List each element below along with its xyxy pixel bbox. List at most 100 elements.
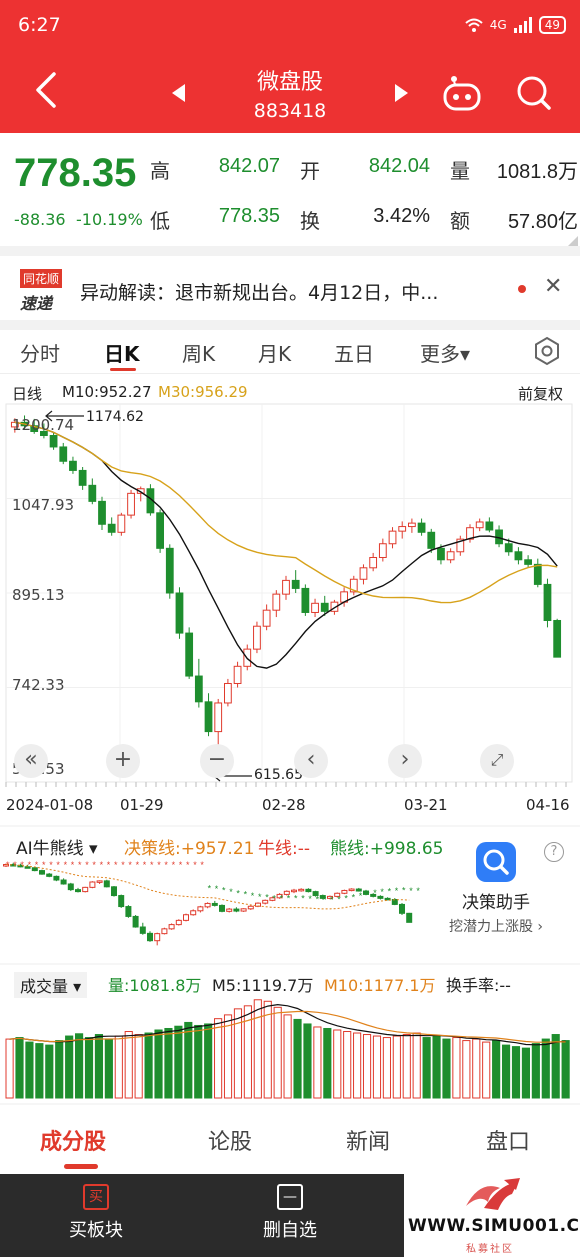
bull-marker: * bbox=[56, 860, 60, 870]
tab-discussion[interactable]: 论股 bbox=[208, 1124, 252, 1156]
volume-bar bbox=[452, 1037, 461, 1099]
bear-marker: * bbox=[366, 889, 370, 899]
candle-body bbox=[282, 579, 290, 595]
scroll-left-icon[interactable]: ‹ bbox=[294, 744, 328, 778]
candle-body bbox=[427, 531, 436, 549]
candle-body bbox=[185, 632, 194, 677]
watermark-logo: WWW.SIMU001.CN 私募社区 bbox=[404, 1174, 580, 1257]
ai-candle-body bbox=[190, 910, 197, 916]
x-date-label: 02-28 bbox=[262, 796, 306, 814]
decision-line-value: 决策线:+957.21 bbox=[124, 839, 255, 859]
volume-bar bbox=[134, 1034, 143, 1099]
tab-order-book[interactable]: 盘口 bbox=[486, 1124, 530, 1156]
volume-bar bbox=[75, 1033, 84, 1099]
bear-marker: * bbox=[409, 886, 413, 896]
ai-candle-body bbox=[132, 915, 139, 928]
volume-bar bbox=[253, 999, 262, 1099]
candle-body bbox=[291, 579, 300, 589]
tab-news[interactable]: 新闻 bbox=[346, 1124, 390, 1156]
candle-body bbox=[98, 500, 106, 525]
bull-marker: * bbox=[172, 860, 176, 870]
x-date-label: 01-29 bbox=[120, 796, 164, 814]
assistant-search-icon bbox=[476, 842, 516, 882]
bottom-section-tabs: 成分股 论股 新闻 盘口 bbox=[0, 1108, 580, 1174]
bear-marker: * bbox=[337, 894, 341, 904]
ai-candle-body bbox=[125, 906, 132, 917]
assistant-title: 决策助手 bbox=[462, 893, 530, 913]
volume-bar bbox=[392, 1035, 401, 1099]
watermark-subtitle: 私募社区 bbox=[466, 1244, 514, 1255]
zoom-out-icon[interactable]: − bbox=[200, 744, 234, 778]
bear-marker: * bbox=[359, 891, 363, 901]
ai-candle-body bbox=[384, 897, 391, 901]
candle-body bbox=[59, 446, 68, 462]
ai-candle-body bbox=[46, 873, 53, 877]
candle-body bbox=[398, 526, 407, 532]
volume-bar bbox=[84, 1037, 94, 1099]
ai-candle-body bbox=[226, 908, 233, 912]
candle-body bbox=[485, 521, 494, 531]
bear-marker: * bbox=[287, 894, 291, 904]
bull-marker: * bbox=[100, 860, 104, 870]
y-tick-label: 742.33 bbox=[12, 676, 65, 694]
candlestick-chart[interactable]: * * * * * * * * * * * * * * * * * * * * * * * * * * * ** * * * * * * * * * * *… bbox=[0, 0, 580, 1108]
candle-body bbox=[475, 521, 484, 529]
bull-marker: * bbox=[114, 860, 118, 870]
volume-bar bbox=[323, 1027, 332, 1099]
volume-bar bbox=[154, 1029, 163, 1099]
remove-watchlist-button[interactable]: — 删自选 bbox=[230, 1184, 350, 1242]
volume-bar bbox=[273, 1006, 282, 1099]
bear-marker: * bbox=[251, 891, 255, 901]
candle-body bbox=[446, 551, 455, 561]
candle-body bbox=[175, 592, 184, 634]
ai-candle-body bbox=[247, 905, 254, 910]
bear-marker: * bbox=[222, 885, 226, 895]
ai-indicator-selector[interactable]: AI牛熊线 ▾ bbox=[16, 834, 98, 859]
volume-bar bbox=[15, 1037, 24, 1099]
candle-body bbox=[127, 492, 135, 516]
bull-marker: * bbox=[179, 860, 183, 870]
active-tab-indicator bbox=[64, 1164, 98, 1169]
ai-candle-body bbox=[53, 875, 60, 881]
ai-candle-body bbox=[233, 908, 240, 912]
ai-candle-body bbox=[89, 881, 96, 888]
volume-bar bbox=[144, 1032, 153, 1099]
candle-body bbox=[524, 559, 532, 565]
bull-marker: * bbox=[92, 860, 96, 870]
bear-marker: * bbox=[395, 886, 399, 896]
volume-bar bbox=[472, 1038, 481, 1099]
candle-body bbox=[533, 563, 542, 585]
bear-marker: * bbox=[301, 894, 305, 904]
volume-bar bbox=[194, 1024, 203, 1099]
bull-marker: * bbox=[128, 860, 132, 870]
scroll-right-icon[interactable]: › bbox=[388, 744, 422, 778]
buy-sector-button[interactable]: 买 买板块 bbox=[36, 1184, 156, 1242]
volume-bar bbox=[402, 1034, 411, 1099]
volume-bar bbox=[382, 1037, 391, 1099]
tab-constituents[interactable]: 成分股 bbox=[40, 1124, 106, 1156]
ai-candle-body bbox=[406, 912, 413, 923]
candle-body bbox=[378, 543, 387, 558]
ai-candle-body bbox=[39, 870, 45, 875]
bear-marker: * bbox=[236, 888, 240, 898]
zoom-in-icon[interactable]: + bbox=[106, 744, 140, 778]
fullscreen-icon[interactable]: ⤢ bbox=[480, 744, 514, 778]
scroll-left-fast-icon[interactable]: « bbox=[14, 744, 48, 778]
volume-bar bbox=[104, 1038, 113, 1099]
candle-body bbox=[311, 602, 319, 613]
bull-marker: * bbox=[13, 860, 17, 870]
candle-body bbox=[301, 587, 310, 613]
bull-marker: * bbox=[35, 860, 39, 870]
bear-marker: * bbox=[229, 887, 233, 897]
remove-watchlist-label: 删自选 bbox=[263, 1220, 317, 1241]
bear-marker: * bbox=[344, 894, 348, 904]
y-tick-label: 1047.93 bbox=[12, 496, 75, 514]
bear-marker: * bbox=[294, 894, 298, 904]
volume-bar bbox=[293, 1018, 302, 1099]
buy-icon: 买 bbox=[83, 1184, 109, 1210]
help-icon[interactable]: ? bbox=[544, 842, 564, 862]
volume-indicator-selector[interactable]: 成交量 ▾ bbox=[14, 972, 88, 998]
ai-candle-body bbox=[154, 933, 161, 942]
ai-candle-body bbox=[118, 895, 125, 908]
ai-candle-body bbox=[103, 880, 110, 888]
